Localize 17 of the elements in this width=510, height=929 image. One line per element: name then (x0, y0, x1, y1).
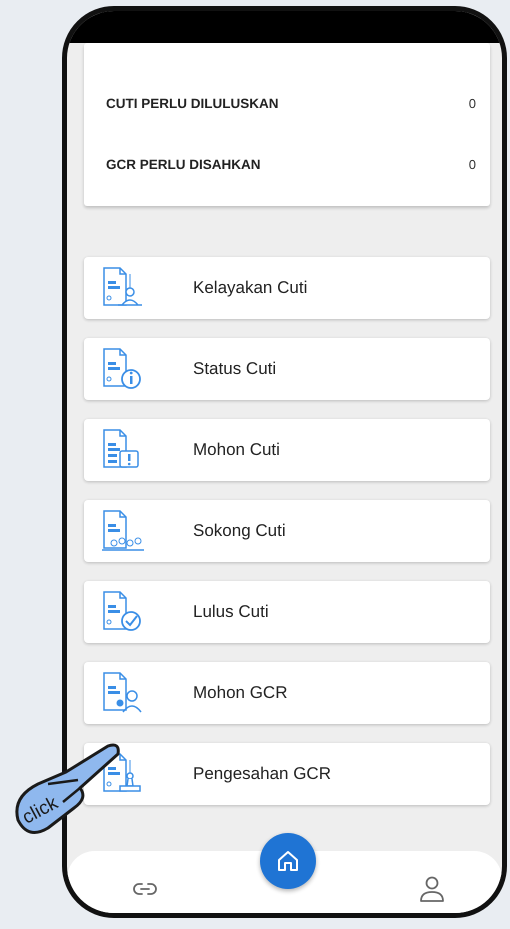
home-icon (275, 848, 301, 874)
summary-count: 0 (468, 157, 476, 172)
menu-item[interactable]: Status Cuti (84, 338, 490, 400)
summary-label: CUTI PERLU DILULUSKAN (106, 96, 278, 111)
click-label: click (19, 792, 62, 830)
menu-item[interactable]: Mohon Cuti (84, 419, 490, 481)
summary-label: GCR PERLU DISAHKAN (106, 157, 261, 172)
home-button[interactable] (260, 833, 316, 889)
menu-item[interactable]: Kelayakan Cuti (84, 257, 490, 319)
summary-count: 0 (468, 96, 476, 111)
user-icon[interactable] (419, 875, 445, 903)
menu-item[interactable]: Sokong Cuti (84, 500, 490, 562)
link-icon[interactable] (133, 882, 157, 896)
menu-item[interactable]: Lulus Cuti (84, 581, 490, 643)
menu-item[interactable]: Pengesahan GCR (84, 743, 490, 805)
menu-item[interactable]: Mohon GCR (84, 662, 490, 724)
document-group-icon (100, 508, 146, 554)
